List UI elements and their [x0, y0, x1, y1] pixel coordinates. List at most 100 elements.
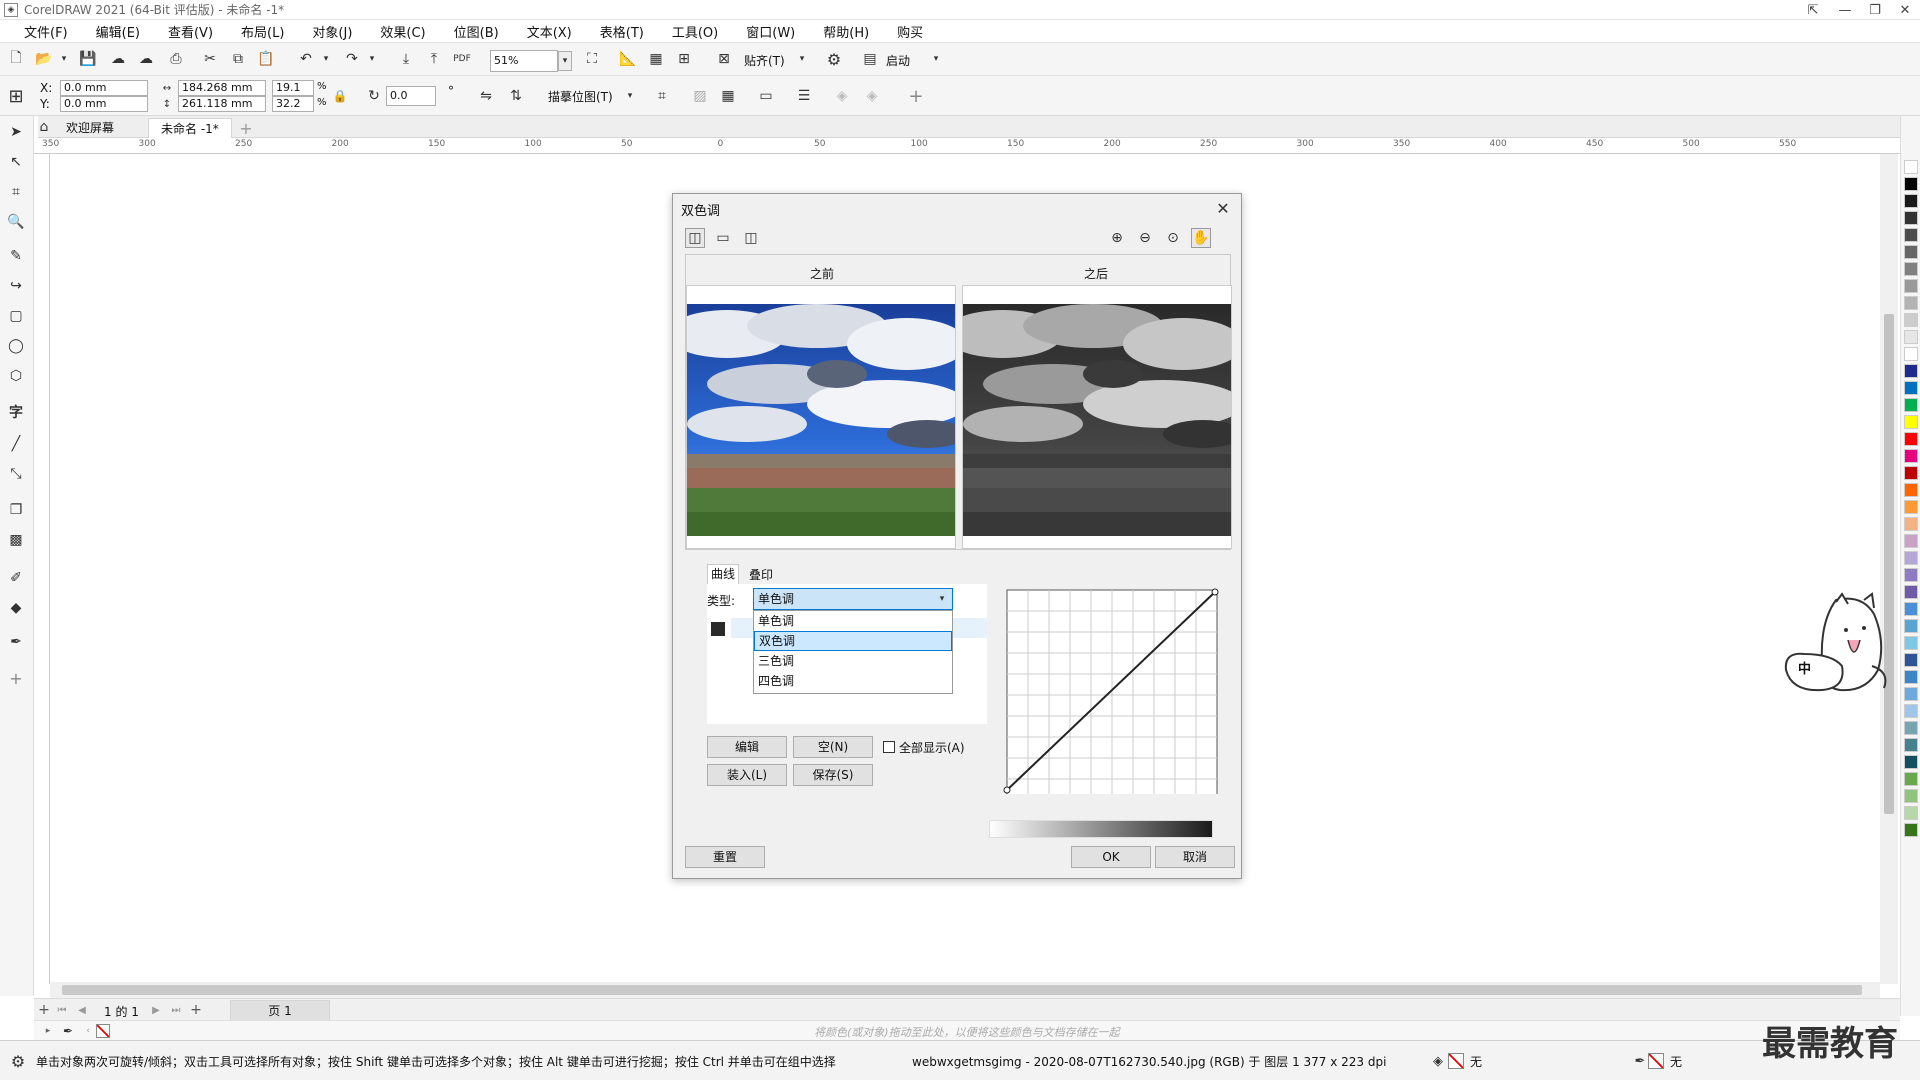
palette-swatch[interactable]	[1904, 738, 1918, 752]
pan-hand-icon[interactable]: ✋	[1191, 228, 1211, 248]
mirror-horizontal-icon[interactable]: ⇋	[476, 86, 496, 106]
launch-label[interactable]: 启动	[886, 52, 910, 69]
outline-none-swatch[interactable]	[1648, 1053, 1664, 1069]
layer-front-icon[interactable]: ◈	[832, 86, 852, 106]
palette-swatch[interactable]	[1904, 636, 1918, 650]
snap-off-icon[interactable]: ⊠	[714, 49, 734, 69]
palette-swatch[interactable]	[1904, 432, 1918, 446]
palette-swatch[interactable]	[1904, 279, 1918, 293]
page-tab-1[interactable]: 页 1	[230, 1000, 330, 1020]
vertical-scroll-thumb[interactable]	[1884, 314, 1894, 814]
type-select[interactable]: 单色调	[753, 588, 953, 610]
rotate-icon[interactable]: ↻	[364, 86, 384, 106]
save-button[interactable]: 保存(S)	[793, 764, 873, 786]
menu-table[interactable]: 表格(T)	[584, 22, 656, 41]
redo-dropdown-icon[interactable]: ▾	[362, 49, 382, 69]
menu-buy[interactable]: 购买	[881, 22, 935, 41]
export-icon[interactable]: ⤒	[424, 49, 444, 69]
dialog-close-icon[interactable]: ✕	[1213, 198, 1233, 218]
ink-color-swatch[interactable]	[711, 622, 725, 636]
menu-bitmaps[interactable]: 位图(B)	[438, 22, 511, 41]
reset-button[interactable]: 重置	[685, 846, 765, 868]
palette-swatch[interactable]	[1904, 704, 1918, 718]
curve-control-point[interactable]	[1003, 786, 1011, 794]
zoom-level-input[interactable]: 51%	[490, 50, 558, 72]
option-tritone[interactable]: 三色调	[754, 651, 952, 671]
horizontal-ruler[interactable]: 350 300 250 200 150 100 50 0 50 100 150 200 250 300 35…	[34, 138, 1900, 154]
show-all-checkbox[interactable]	[883, 741, 895, 753]
home-icon[interactable]: ⌂	[34, 117, 54, 137]
width-input[interactable]: 184.268 mm	[178, 80, 266, 96]
palette-swatch[interactable]	[1904, 483, 1918, 497]
last-page-icon[interactable]: ⏭	[166, 1000, 186, 1020]
palette-expand-icon[interactable]: ▸	[38, 1021, 58, 1041]
zoom-fit-icon[interactable]: ⊙	[1163, 228, 1183, 248]
tone-curve-svg[interactable]	[997, 584, 1227, 801]
vertical-ruler[interactable]	[34, 154, 50, 984]
menu-effects[interactable]: 效果(C)	[364, 22, 437, 41]
new-document-icon[interactable]: 🗋	[6, 49, 26, 69]
menu-layout[interactable]: 布局(L)	[225, 22, 296, 41]
x-position-input[interactable]: 0.0 mm	[60, 80, 148, 96]
undo-dropdown-icon[interactable]: ▾	[316, 49, 336, 69]
curve-control-point[interactable]	[1211, 588, 1219, 596]
y-position-input[interactable]: 0.0 mm	[60, 96, 148, 112]
zoom-in-icon[interactable]: ⊕	[1107, 228, 1127, 248]
menu-tools[interactable]: 工具(O)	[656, 22, 730, 41]
horizontal-scroll-thumb[interactable]	[62, 985, 1862, 995]
palette-swatch[interactable]	[1904, 585, 1918, 599]
palette-swatch[interactable]	[1904, 177, 1918, 191]
palette-swatch[interactable]	[1904, 194, 1918, 208]
scale-y-input[interactable]: 32.2	[272, 96, 314, 112]
snap-to-label[interactable]: 贴齐(T)	[744, 52, 785, 69]
cancel-button[interactable]: 取消	[1155, 846, 1235, 868]
option-duotone[interactable]: 双色调	[754, 631, 952, 651]
palette-swatch[interactable]	[1904, 721, 1918, 735]
first-page-icon[interactable]: ⏮	[52, 1000, 72, 1020]
undo-icon[interactable]: ↶	[296, 49, 316, 69]
edit-button[interactable]: 编辑	[707, 736, 787, 758]
bitmap-frame-icon[interactable]: ▭	[756, 86, 776, 106]
resample-icon[interactable]: ▦	[718, 86, 738, 106]
new-tab-icon[interactable]: +	[236, 118, 256, 138]
smart-fill-icon[interactable]: ✒	[6, 632, 26, 652]
close-button[interactable]: ✕	[1890, 0, 1920, 20]
paste-icon[interactable]: 📋	[256, 49, 276, 69]
split-preview-icon[interactable]: ◫	[685, 228, 705, 248]
zoom-out-icon[interactable]: ⊖	[1135, 228, 1155, 248]
zoom-tool-icon[interactable]: 🔍	[6, 212, 26, 232]
restore-sidebar-icon[interactable]: ⇱	[1798, 0, 1828, 20]
full-screen-icon[interactable]: ⛶	[582, 49, 602, 69]
palette-swatch[interactable]	[1904, 670, 1918, 684]
minimize-button[interactable]: —	[1830, 0, 1860, 20]
menu-window[interactable]: 窗口(W)	[730, 22, 807, 41]
palette-swatch[interactable]	[1904, 755, 1918, 769]
palette-swatch[interactable]	[1904, 347, 1918, 361]
palette-swatch[interactable]	[1904, 806, 1918, 820]
palette-swatch[interactable]	[1904, 517, 1918, 531]
launch-dropdown-icon[interactable]: ▾	[926, 49, 946, 69]
type-dropdown-icon[interactable]: ▾	[933, 589, 951, 609]
cloud-download-icon[interactable]: ☁	[136, 49, 156, 69]
parallel-dimension-icon[interactable]: ╱	[6, 434, 26, 454]
height-input[interactable]: 261.118 mm	[178, 96, 266, 112]
show-all-label[interactable]: 全部显示(A)	[899, 739, 965, 756]
palette-swatch[interactable]	[1904, 466, 1918, 480]
grid-icon[interactable]: ▦	[646, 49, 666, 69]
option-monotone[interactable]: 单色调	[754, 611, 952, 631]
palette-swatch[interactable]	[1904, 500, 1918, 514]
snap-dropdown-icon[interactable]: ▾	[792, 49, 812, 69]
add-page-before-icon[interactable]: +	[34, 1000, 54, 1020]
option-quadtone[interactable]: 四色调	[754, 671, 952, 691]
scale-x-input[interactable]: 19.1	[272, 80, 314, 96]
text-wrap-icon[interactable]: ☰	[794, 86, 814, 106]
maximize-button[interactable]: ❐	[1860, 0, 1890, 20]
object-origin-icon[interactable]: ⊞	[6, 86, 26, 107]
palette-swatch[interactable]	[1904, 381, 1918, 395]
next-page-icon[interactable]: ▶	[146, 1000, 166, 1020]
tab-overprint[interactable]: 叠印	[749, 566, 773, 583]
palette-eyedropper-icon[interactable]: ✒	[58, 1021, 78, 1041]
zoom-dropdown-icon[interactable]: ▾	[558, 51, 572, 71]
palette-swatch[interactable]	[1904, 398, 1918, 412]
prev-page-icon[interactable]: ◀	[72, 1000, 92, 1020]
